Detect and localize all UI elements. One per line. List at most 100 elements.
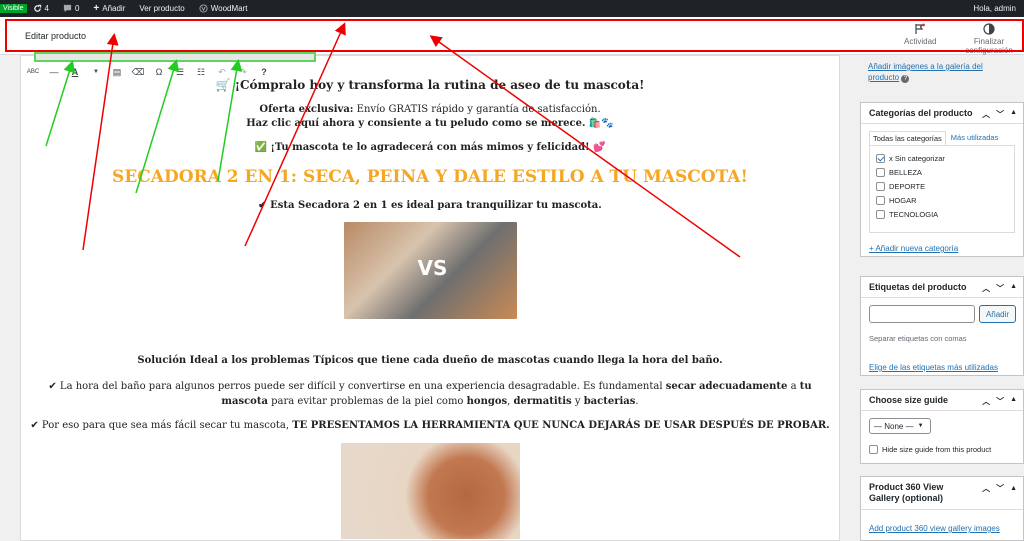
gallery360-panel-header[interactable]: Product 360 View Gallery (optional) ︿ ﹀ … — [861, 477, 1023, 510]
bath-text-2: a — [787, 381, 800, 392]
bath-text-1: ✔ La hora del baño para algunos perros p… — [48, 381, 666, 392]
strikethrough-icon[interactable]: ABC — [27, 66, 39, 78]
add-tag-button[interactable]: Añadir — [979, 305, 1016, 323]
caret-up-icon[interactable]: ▲ — [1010, 109, 1017, 120]
activity-button[interactable]: Actividad — [904, 23, 936, 46]
size-guide-select[interactable]: — None — ▼ — [869, 418, 931, 434]
indent-icon[interactable]: ☷ — [195, 66, 207, 78]
dogs-comparison-image[interactable]: VS — [343, 222, 517, 319]
add-360-images-link[interactable]: Add product 360 view gallery images — [869, 524, 1000, 533]
chevron-up-icon[interactable]: ︿ — [982, 109, 990, 120]
present-line: ✔ Por eso para que sea más fácil secar t… — [21, 420, 839, 431]
panel-controls: ︿ ﹀ ▲ — [982, 109, 1017, 120]
size-guide-select-value: — None — — [874, 421, 914, 431]
chevron-up-icon[interactable]: ︿ — [982, 483, 990, 494]
tab-all-categories[interactable]: Todas las categorías — [869, 131, 946, 145]
visible-badge: Visible — [0, 4, 27, 13]
categories-panel-header[interactable]: Categorías del producto ︿ ﹀ ▲ — [861, 103, 1023, 124]
checkbox[interactable] — [869, 445, 878, 454]
add-new-link[interactable]: + Añadir — [93, 3, 125, 14]
editor-content[interactable]: 🛒 ¡Cómpralo hoy y transforma la rutina d… — [21, 78, 839, 539]
page-title: Editar producto — [25, 31, 87, 41]
panel-controls: ︿ ﹀ ▲ — [982, 483, 1017, 494]
size-guide-panel-header[interactable]: Choose size guide ︿ ﹀ ▲ — [861, 390, 1023, 411]
category-label: x Sin categorizar — [889, 153, 945, 163]
gallery360-panel: Product 360 View Gallery (optional) ︿ ﹀ … — [860, 476, 1024, 541]
plus-icon: + — [93, 3, 100, 14]
panel-controls: ︿ ﹀ ▲ — [982, 283, 1017, 294]
woodmart-label: WoodMart — [210, 4, 248, 13]
caret-up-icon[interactable]: ▲ — [1010, 483, 1017, 494]
category-label: DEPORTE — [889, 181, 926, 191]
chevron-up-icon[interactable]: ︿ — [982, 396, 990, 407]
category-label: TECNOLOGIA — [889, 209, 939, 219]
flag-icon — [915, 23, 926, 34]
gallery360-title: Product 360 View Gallery (optional) — [869, 482, 944, 503]
add-new-label: Añadir — [102, 4, 126, 13]
help-icon[interactable]: ? — [258, 66, 270, 78]
checkbox[interactable] — [876, 167, 885, 177]
chevron-down-icon: ▼ — [917, 423, 924, 429]
checkbox[interactable] — [876, 209, 885, 219]
tag-input[interactable] — [869, 305, 975, 323]
chevron-down-icon[interactable]: ﹀ — [996, 396, 1004, 407]
size-guide-title: Choose size guide — [869, 395, 949, 405]
checkbox[interactable] — [876, 181, 885, 191]
horizontal-line-icon[interactable]: — — [48, 66, 60, 78]
checkbox-checked[interactable] — [876, 153, 885, 163]
woodmart-icon — [199, 4, 208, 13]
greeting[interactable]: Hola, admin — [973, 4, 1016, 13]
category-tabs: Todas las categorías Más utilizadas — [869, 131, 1023, 145]
category-item[interactable]: HOGAR — [876, 193, 1008, 207]
half-circle-icon — [983, 23, 995, 35]
add-gallery-images-link[interactable]: Añadir imágenes a la galería del product… — [868, 61, 988, 83]
category-item[interactable]: DEPORTE — [876, 179, 1008, 193]
chevron-up-icon[interactable]: ︿ — [982, 283, 990, 294]
solution-heading: Solución Ideal a los problemas Típicos q… — [137, 355, 723, 366]
caret-up-icon[interactable]: ▲ — [1010, 396, 1017, 407]
add-360-row: Add product 360 view gallery images — [869, 520, 1000, 534]
offer-text: Envío GRATIS rápido y garantía de satisf… — [353, 104, 601, 115]
hide-size-guide-row[interactable]: Hide size guide from this product — [869, 445, 991, 454]
add-category-link[interactable]: + Añadir nueva categoría — [869, 244, 958, 253]
comments-link[interactable]: 0 — [63, 4, 79, 13]
add-category-row: + Añadir nueva categoría — [869, 240, 1023, 254]
redo-icon[interactable]: ↷ — [237, 66, 249, 78]
undo-icon[interactable]: ↶ — [216, 66, 228, 78]
product-editor[interactable]: ABC — A ▼ ▤ ⌫ Ω ☰ ☷ ↶ ↷ ? 🛒 ¡Cómpralo ho… — [20, 55, 840, 541]
woodmart-link[interactable]: WoodMart — [199, 4, 248, 13]
tags-hint: Separar etiquetas con comas — [869, 334, 967, 343]
chevron-down-icon[interactable]: ﹀ — [996, 483, 1004, 494]
paste-text-icon[interactable]: ▤ — [111, 66, 123, 78]
bath-bold-3: hongos — [466, 396, 508, 407]
hide-size-guide-label: Hide size guide from this product — [882, 445, 992, 454]
chevron-down-icon[interactable]: ﹀ — [996, 109, 1004, 120]
tab-most-used[interactable]: Más utilizadas — [948, 131, 1002, 145]
tags-panel-header[interactable]: Etiquetas del producto ︿ ﹀ ▲ — [861, 277, 1023, 298]
tags-panel: Etiquetas del producto ︿ ﹀ ▲ Añadir Sepa… — [860, 276, 1024, 376]
finish-setup-label: Finalizar configuración — [965, 37, 1013, 55]
omega-icon[interactable]: Ω — [153, 66, 165, 78]
dropdown-icon[interactable]: ▼ — [90, 66, 102, 78]
category-label: BELLEZA — [889, 167, 922, 177]
caret-up-icon[interactable]: ▲ — [1010, 283, 1017, 294]
present-bold: TE PRESENTAMOS LA HERRAMIENTA QUE NUNCA … — [292, 420, 830, 431]
text-color-icon[interactable]: A — [69, 66, 81, 78]
bath-paragraph: ✔ La hora del baño para algunos perros p… — [35, 379, 825, 409]
category-item[interactable]: x Sin categorizar — [876, 151, 1008, 165]
categories-title: Categorías del producto — [869, 108, 973, 118]
category-item[interactable]: TECNOLOGIA — [876, 207, 1008, 221]
updates-link[interactable]: 4 — [33, 4, 49, 13]
category-checklist: x Sin categorizar BELLEZA DEPORTE HOGAR … — [869, 145, 1015, 233]
bath-text-5: y — [571, 396, 584, 407]
view-product-link[interactable]: Ver producto — [139, 4, 184, 13]
eraser-icon[interactable]: ⌫ — [132, 66, 145, 78]
poodle-image[interactable] — [340, 443, 520, 539]
checkbox[interactable] — [876, 195, 885, 205]
outdent-icon[interactable]: ☰ — [174, 66, 186, 78]
thanks-line: ✅ ¡Tu mascota te lo agradecerá con más m… — [254, 142, 606, 153]
choose-tags-link[interactable]: Elige de las etiquetas más utilizadas — [869, 363, 998, 372]
finish-setup-button[interactable]: Finalizar configuración — [954, 23, 1024, 55]
category-item[interactable]: BELLEZA — [876, 165, 1008, 179]
chevron-down-icon[interactable]: ﹀ — [996, 283, 1004, 294]
